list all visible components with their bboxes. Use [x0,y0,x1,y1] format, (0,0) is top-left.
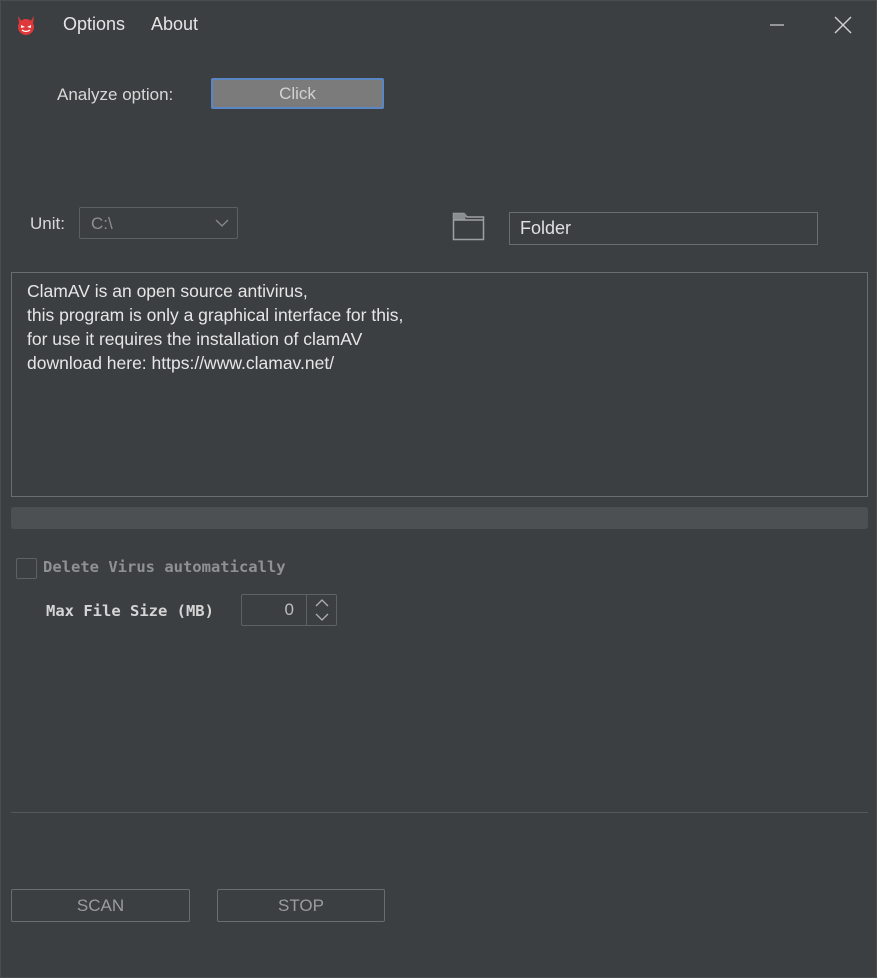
chevron-down-icon [215,219,229,227]
menu-about[interactable]: About [151,14,198,35]
spinner-arrows[interactable] [306,595,336,625]
unit-selected-value: C:\ [91,214,113,233]
chevron-up-icon[interactable] [307,595,337,610]
scan-progress-bar [11,507,868,529]
chevron-down-icon[interactable] [307,610,337,625]
max-file-size-spinner[interactable]: 0 [241,594,337,626]
delete-virus-checkbox[interactable] [16,558,37,579]
unit-label: Unit: [30,214,65,233]
analyze-click-button[interactable]: Click [211,78,384,109]
analyze-option-label: Analyze option: [57,85,174,104]
minimize-button[interactable] [757,9,797,41]
scan-button[interactable]: SCAN [11,889,190,922]
info-textarea[interactable]: ClamAV is an open source antivirus, this… [11,272,868,497]
menu-options[interactable]: Options [63,14,125,35]
red-devil-icon [18,16,34,35]
unit-select[interactable]: C:\ [79,207,238,239]
max-file-size-value: 0 [284,600,294,619]
main-window: Options About Analyze option: Click Unit… [0,0,877,978]
minimize-icon [770,24,784,26]
info-line: download here: https://www.clamav.net/ [27,353,335,373]
info-line: ClamAV is an open source antivirus, [27,281,308,301]
title-bar: Options About [1,1,876,49]
max-file-size-label: Max File Size (MB) [46,602,214,620]
delete-virus-label[interactable]: Delete Virus automatically [43,558,286,576]
folder-icon[interactable] [452,212,485,241]
divider [11,812,868,813]
stop-button[interactable]: STOP [217,889,385,922]
close-button[interactable] [823,9,863,41]
close-icon [834,16,852,34]
info-line: this program is only a graphical interfa… [27,305,404,325]
info-line: for use it requires the installation of … [27,329,363,349]
folder-path-input[interactable] [509,212,818,245]
